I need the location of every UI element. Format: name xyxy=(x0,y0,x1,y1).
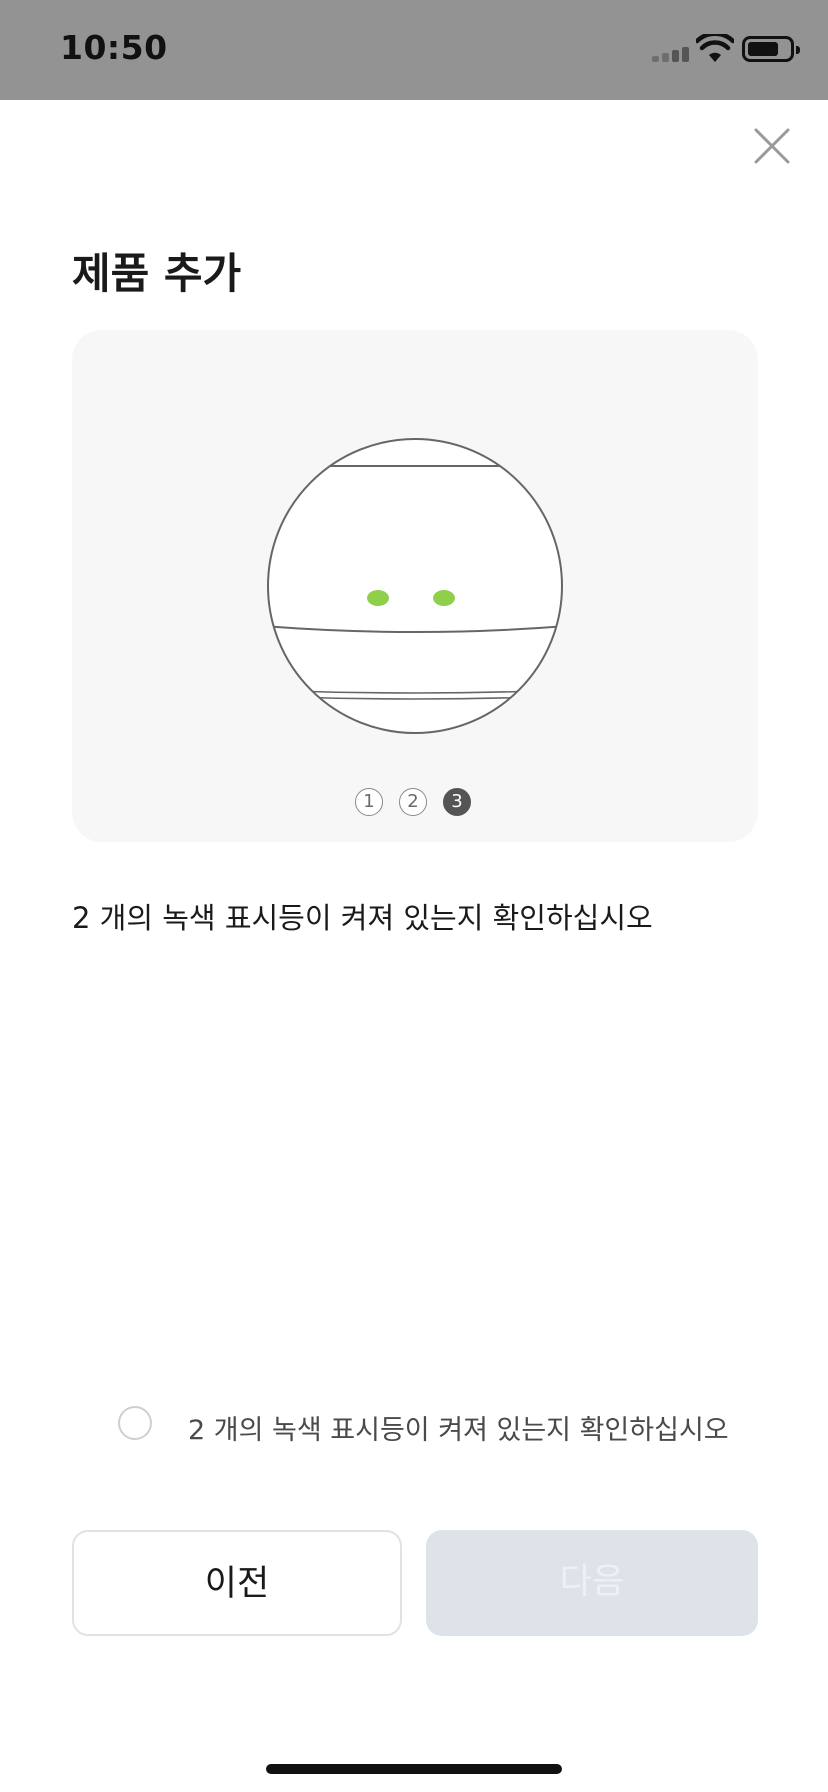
cellular-signal-icon xyxy=(652,46,692,62)
wifi-icon xyxy=(696,34,734,62)
confirm-radio[interactable] xyxy=(118,1406,152,1440)
instruction-text: 2 개의 녹색 표시등이 켜져 있는지 확인하십시오 xyxy=(72,901,653,935)
status-bar: 10:50 xyxy=(0,0,828,100)
next-button[interactable]: 다음 xyxy=(426,1530,758,1636)
step-indicator-3: 3 xyxy=(443,788,471,816)
home-indicator xyxy=(266,1764,562,1774)
led-indicator xyxy=(367,590,389,606)
step-indicator-1: 1 xyxy=(355,788,383,816)
confirm-label: 2 개의 녹색 표시등이 켜져 있는지 확인하십시오 xyxy=(188,1415,729,1446)
close-icon[interactable] xyxy=(750,124,794,168)
page-title: 제품 추가 xyxy=(72,249,242,298)
illustration-card: 1 2 3 xyxy=(72,330,758,842)
step-indicator-2: 2 xyxy=(399,788,427,816)
confirm-checkbox-row[interactable]: 2 개의 녹색 표시등이 켜져 있는지 확인하십시오 xyxy=(118,1406,758,1446)
battery-icon xyxy=(742,36,800,62)
device-led-illustration xyxy=(267,438,563,734)
status-time: 10:50 xyxy=(60,28,168,67)
step-indicators: 1 2 3 xyxy=(72,788,758,818)
led-indicator xyxy=(433,590,455,606)
previous-button[interactable]: 이전 xyxy=(72,1530,402,1636)
